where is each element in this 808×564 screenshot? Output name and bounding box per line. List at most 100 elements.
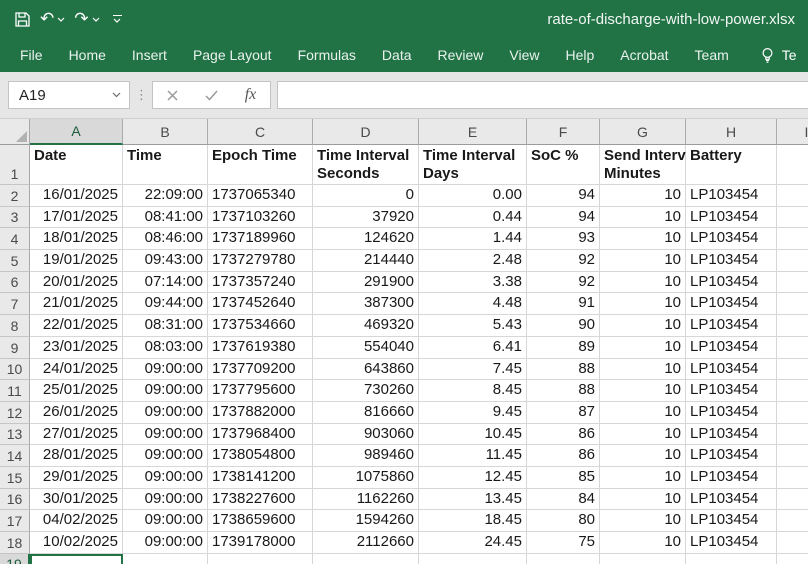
cell-E4[interactable]: 1.44: [419, 228, 527, 250]
cell-A8[interactable]: 22/01/2025: [30, 315, 123, 337]
cell-C13[interactable]: 1737968400: [208, 424, 313, 446]
ribbon-tab-view[interactable]: View: [496, 38, 552, 72]
cell-E7[interactable]: 4.48: [419, 293, 527, 315]
cell-A18[interactable]: 10/02/2025: [30, 532, 123, 554]
cell-H6[interactable]: LP103454: [686, 272, 777, 294]
cell-D4[interactable]: 124620: [313, 228, 419, 250]
cell-B14[interactable]: 09:00:00: [123, 445, 208, 467]
cell-A4[interactable]: 18/01/2025: [30, 228, 123, 250]
column-header-D[interactable]: D: [313, 119, 419, 145]
cell-G2[interactable]: 10: [600, 185, 686, 207]
redo-chevron-icon[interactable]: [92, 17, 100, 22]
cell-H8[interactable]: LP103454: [686, 315, 777, 337]
cell-D18[interactable]: 2112660: [313, 532, 419, 554]
ribbon-tab-page-layout[interactable]: Page Layout: [180, 38, 285, 72]
cancel-button[interactable]: [153, 82, 192, 108]
cell-H16[interactable]: LP103454: [686, 489, 777, 511]
cell-G17[interactable]: 10: [600, 510, 686, 532]
cell-C5[interactable]: 1737279780: [208, 250, 313, 272]
cell-A10[interactable]: 24/01/2025: [30, 359, 123, 381]
cell-E16[interactable]: 13.45: [419, 489, 527, 511]
ribbon-tab-file[interactable]: File: [7, 38, 56, 72]
cell-I12[interactable]: [777, 402, 808, 424]
cell-F7[interactable]: 91: [527, 293, 600, 315]
cell-F14[interactable]: 86: [527, 445, 600, 467]
cell-C1[interactable]: Epoch Time: [208, 145, 313, 185]
cell-E5[interactable]: 2.48: [419, 250, 527, 272]
cell-H7[interactable]: LP103454: [686, 293, 777, 315]
cell-F19[interactable]: [527, 554, 600, 564]
redo-button[interactable]: ↷: [74, 11, 99, 28]
cell-G19[interactable]: [600, 554, 686, 564]
row-header-5[interactable]: 5: [0, 250, 30, 272]
cell-A2[interactable]: 16/01/2025: [30, 185, 123, 207]
cell-I1[interactable]: [777, 145, 808, 185]
cell-I7[interactable]: [777, 293, 808, 315]
cell-C7[interactable]: 1737452640: [208, 293, 313, 315]
ribbon-tab-acrobat[interactable]: Acrobat: [607, 38, 681, 72]
cell-B9[interactable]: 08:03:00: [123, 337, 208, 359]
cell-A15[interactable]: 29/01/2025: [30, 467, 123, 489]
cell-H15[interactable]: LP103454: [686, 467, 777, 489]
cell-G11[interactable]: 10: [600, 380, 686, 402]
cell-C15[interactable]: 1738141200: [208, 467, 313, 489]
cell-B15[interactable]: 09:00:00: [123, 467, 208, 489]
cell-F15[interactable]: 85: [527, 467, 600, 489]
cell-B19[interactable]: [123, 554, 208, 564]
cell-G15[interactable]: 10: [600, 467, 686, 489]
row-header-12[interactable]: 12: [0, 402, 30, 424]
cell-I16[interactable]: [777, 489, 808, 511]
cell-A14[interactable]: 28/01/2025: [30, 445, 123, 467]
cell-A6[interactable]: 20/01/2025: [30, 272, 123, 294]
cell-A9[interactable]: 23/01/2025: [30, 337, 123, 359]
row-header-4[interactable]: 4: [0, 228, 30, 250]
cell-D9[interactable]: 554040: [313, 337, 419, 359]
cell-B4[interactable]: 08:46:00: [123, 228, 208, 250]
row-header-3[interactable]: 3: [0, 207, 30, 229]
cell-E13[interactable]: 10.45: [419, 424, 527, 446]
cell-C8[interactable]: 1737534660: [208, 315, 313, 337]
cell-E18[interactable]: 24.45: [419, 532, 527, 554]
cell-I17[interactable]: [777, 510, 808, 532]
column-header-A[interactable]: A: [30, 119, 123, 145]
row-header-14[interactable]: 14: [0, 445, 30, 467]
column-header-H[interactable]: H: [686, 119, 777, 145]
cell-D17[interactable]: 1594260: [313, 510, 419, 532]
cell-G16[interactable]: 10: [600, 489, 686, 511]
name-box[interactable]: A19: [8, 81, 130, 109]
cell-G6[interactable]: 10: [600, 272, 686, 294]
row-header-6[interactable]: 6: [0, 272, 30, 294]
cell-F9[interactable]: 89: [527, 337, 600, 359]
ribbon-tab-formulas[interactable]: Formulas: [285, 38, 369, 72]
formula-input[interactable]: [277, 81, 808, 109]
cell-F5[interactable]: 92: [527, 250, 600, 272]
column-header-C[interactable]: C: [208, 119, 313, 145]
cell-D14[interactable]: 989460: [313, 445, 419, 467]
cell-G10[interactable]: 10: [600, 359, 686, 381]
cell-H1[interactable]: Battery: [686, 145, 777, 185]
cell-H11[interactable]: LP103454: [686, 380, 777, 402]
cell-F8[interactable]: 90: [527, 315, 600, 337]
cell-B17[interactable]: 09:00:00: [123, 510, 208, 532]
cell-F2[interactable]: 94: [527, 185, 600, 207]
cell-A1[interactable]: Date: [30, 145, 123, 185]
cell-G3[interactable]: 10: [600, 207, 686, 229]
cell-E9[interactable]: 6.41: [419, 337, 527, 359]
cell-I4[interactable]: [777, 228, 808, 250]
cell-H12[interactable]: LP103454: [686, 402, 777, 424]
cell-C3[interactable]: 1737103260: [208, 207, 313, 229]
cell-A7[interactable]: 21/01/2025: [30, 293, 123, 315]
cell-F6[interactable]: 92: [527, 272, 600, 294]
cell-B6[interactable]: 07:14:00: [123, 272, 208, 294]
cell-I10[interactable]: [777, 359, 808, 381]
cell-I3[interactable]: [777, 207, 808, 229]
row-header-18[interactable]: 18: [0, 532, 30, 554]
cell-D8[interactable]: 469320: [313, 315, 419, 337]
cell-B13[interactable]: 09:00:00: [123, 424, 208, 446]
cell-H9[interactable]: LP103454: [686, 337, 777, 359]
cell-G5[interactable]: 10: [600, 250, 686, 272]
column-header-B[interactable]: B: [123, 119, 208, 145]
ribbon-tab-data[interactable]: Data: [369, 38, 425, 72]
cell-B3[interactable]: 08:41:00: [123, 207, 208, 229]
cell-I2[interactable]: [777, 185, 808, 207]
